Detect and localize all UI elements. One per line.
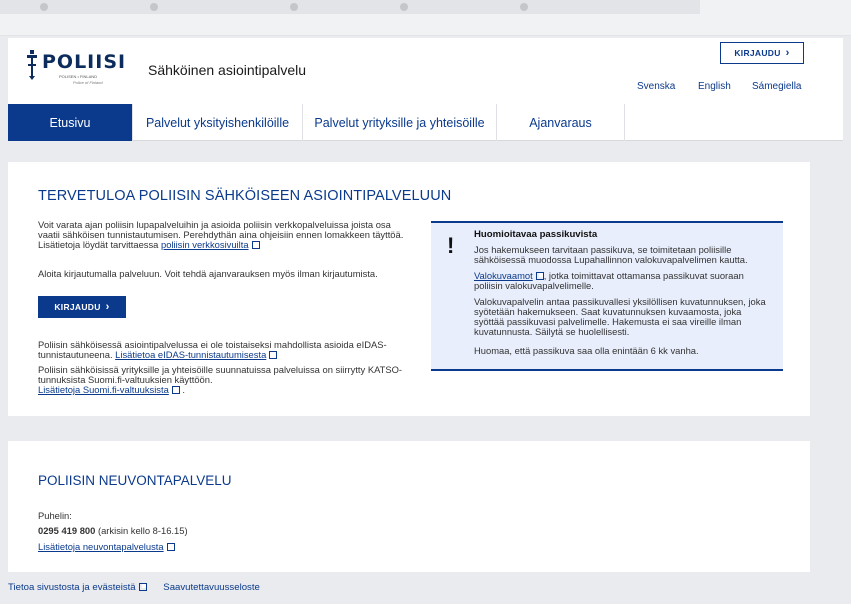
suomifi-text: Poliisin sähköisissä yrityksille ja yhte… xyxy=(38,365,408,395)
phone-hours: (arkisin kello 8-16.15) xyxy=(95,525,188,536)
external-link-icon xyxy=(138,583,147,591)
eidas-link[interactable]: Lisätietoa eIDAS-tunnistautumisesta xyxy=(115,349,266,360)
login-button[interactable]: KIRJAUDU › xyxy=(38,296,126,318)
footer-site-info-link[interactable]: Tietoa sivustosta ja evästeistä xyxy=(8,582,136,593)
chevron-right-icon: › xyxy=(785,47,790,59)
advice-link[interactable]: Lisätietoja neuvontapalvelusta xyxy=(38,541,164,552)
advice-title: POLIISIN NEUVONTAPALVELU xyxy=(38,473,232,488)
eidas-text: Poliisin sähköisessä asiointipalvelussa … xyxy=(38,340,408,360)
lang-samegiella[interactable]: Sámegiella xyxy=(752,81,801,92)
browser-tab-strip xyxy=(0,0,700,14)
police-crest-icon xyxy=(27,50,37,80)
external-link-icon xyxy=(166,543,175,551)
notice-title: Huomioitavaa passikuvista xyxy=(474,229,598,240)
logo-subtitle: POLISEN • FINLAND xyxy=(59,74,98,79)
external-link-icon xyxy=(171,386,180,394)
logo-subtitle-en: Police of Finland xyxy=(73,80,103,85)
external-link-icon xyxy=(535,272,544,280)
poliisi-logo[interactable]: POLIISI POLISEN • FINLAND Police of Finl… xyxy=(26,50,126,92)
suomifi-end: . xyxy=(182,384,186,395)
tab-ajanvaraus[interactable]: Ajanvaraus xyxy=(497,104,625,141)
welcome-intro: Voit varata ajan poliisin lupapalveluihi… xyxy=(38,220,408,250)
welcome-card: TERVETULOA POLIISIN SÄHKÖISEEN ASIOINTIP… xyxy=(8,162,810,416)
phone-label: Puhelin: xyxy=(38,510,72,521)
main-nav: Etusivu Palvelut yksityishenkilöille Pal… xyxy=(8,104,843,141)
police-website-link[interactable]: poliisin verkkosivuilta xyxy=(161,239,249,250)
site-title: Sähköinen asiointipalvelu xyxy=(148,62,306,78)
lang-svenska[interactable]: Svenska xyxy=(637,81,675,92)
phone-line: 0295 419 800 (arkisin kello 8-16.15) xyxy=(38,526,408,536)
suomifi-text-body: Poliisin sähköisissä yrityksille ja yhte… xyxy=(38,364,403,385)
footer-accessibility-link[interactable]: Saavutettavuusseloste xyxy=(163,582,260,593)
advice-link-wrap: Lisätietoja neuvontapalvelusta xyxy=(38,542,408,552)
notice-p3: Valokuvapalvelin antaa passikuvallesi yk… xyxy=(474,296,766,337)
notice-p2: Valokuvaamot, jotka toimittavat ottamans… xyxy=(474,271,774,291)
passport-photo-notice: ! Huomioitavaa passikuvista Jos hakemuks… xyxy=(431,221,783,371)
external-link-icon xyxy=(251,241,260,249)
exclamation-icon: ! xyxy=(447,233,455,258)
welcome-title: TERVETULOA POLIISIN SÄHKÖISEEN ASIOINTIP… xyxy=(38,188,452,204)
header-login-button[interactable]: KIRJAUDU › xyxy=(720,42,804,64)
advice-card: POLIISIN NEUVONTAPALVELU Puhelin: 0295 4… xyxy=(8,441,810,572)
site-header: POLIISI POLISEN • FINLAND Police of Finl… xyxy=(8,38,843,104)
tab-etusivu[interactable]: Etusivu xyxy=(8,104,133,141)
footer-links: Tietoa sivustosta ja evästeistä Saavutet… xyxy=(8,582,260,593)
welcome-login-text: Aloita kirjautumalla palveluun. Voit teh… xyxy=(38,268,378,279)
external-link-icon xyxy=(269,351,278,359)
suomifi-link[interactable]: Lisätietoja Suomi.fi-valtuuksista xyxy=(38,384,169,395)
login-button-label: KIRJAUDU xyxy=(54,302,101,312)
tab-palvelut-yksityishenkiloille[interactable]: Palvelut yksityishenkilöille xyxy=(133,104,303,141)
logo-wordmark: POLIISI xyxy=(42,51,127,73)
browser-chrome xyxy=(0,0,851,36)
notice-p1: Jos hakemukseen tarvitaan passikuva, se … xyxy=(474,244,748,265)
header-login-label: KIRJAUDU xyxy=(734,48,781,58)
notice-p4: Huomaa, että passikuva saa olla enintään… xyxy=(474,345,699,356)
chevron-right-icon: › xyxy=(105,301,110,313)
tab-palvelut-yrityksille[interactable]: Palvelut yrityksille ja yhteisöille xyxy=(303,104,497,141)
lang-english[interactable]: English xyxy=(698,81,731,92)
phone-number: 0295 419 800 xyxy=(38,525,96,536)
